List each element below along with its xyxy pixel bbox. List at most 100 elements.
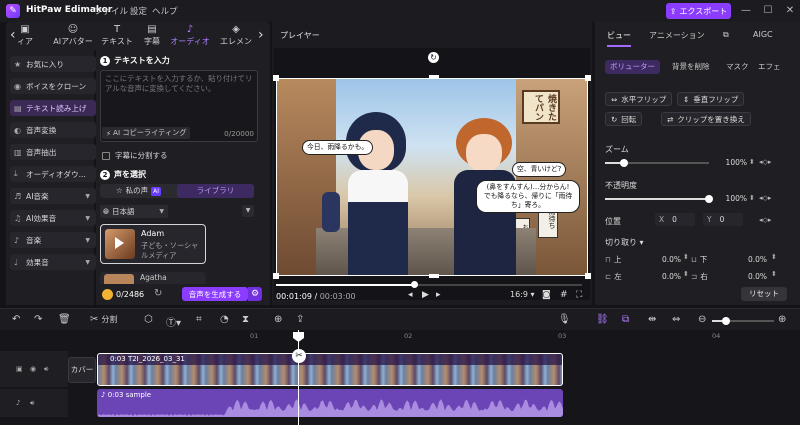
stepper-icon[interactable]: ⬍ <box>749 158 755 166</box>
resize-handle[interactable] <box>273 273 279 279</box>
tab-view[interactable]: ビュー <box>607 30 631 47</box>
prev-frame-icon[interactable]: ◂ <box>408 290 413 300</box>
flip-horizontal-button[interactable]: ⇔ 水平フリップ <box>605 92 673 106</box>
playhead[interactable] <box>298 330 299 425</box>
subtab-effect[interactable]: エフェ <box>753 60 786 74</box>
zoom-value[interactable]: 100% <box>711 158 747 170</box>
progress-knob[interactable] <box>411 281 418 288</box>
mask-icon[interactable]: ⬡ <box>144 314 153 325</box>
crop-icon[interactable]: ⌗ <box>196 314 202 325</box>
subtab-mask[interactable]: マスク <box>721 60 754 74</box>
tab-subtitle[interactable]: ▤ 字幕 <box>140 24 164 48</box>
video-clip[interactable]: 0:03 T2I_2026_03_31 <box>97 353 563 386</box>
timeline-zoom-knob[interactable] <box>722 317 730 325</box>
tab-ai-avatar[interactable]: ☺ AIアバター <box>50 24 96 48</box>
menu-file[interactable]: ファイル <box>94 5 128 17</box>
mirror-icon[interactable]: ⧗ <box>242 314 249 325</box>
resize-handle[interactable] <box>429 274 439 278</box>
link-icon[interactable]: ⛓ <box>596 314 609 325</box>
stepper-icon[interactable]: ⬍ <box>771 270 777 278</box>
reset-button[interactable]: リセット <box>741 287 787 301</box>
sidebar-item-clone-voice[interactable]: ◉ ボイスをクローン <box>10 78 96 94</box>
checkbox-icon[interactable] <box>102 151 110 160</box>
stepper-icon[interactable]: ⬍ <box>683 270 689 278</box>
timeline-zoom-slider[interactable] <box>712 317 774 325</box>
subtab-volumetor[interactable]: ボリューター <box>605 60 660 74</box>
close-icon[interactable]: ✕ <box>782 3 798 19</box>
menu-settings[interactable]: 設定 <box>130 5 147 17</box>
split-subtitle-checkbox[interactable]: 字幕に分割する <box>102 150 168 161</box>
sidebar-item-music[interactable]: ♪ 音楽 ▼ <box>10 232 96 248</box>
tab-aigc[interactable]: AIGC <box>753 30 773 39</box>
tab-audio[interactable]: ♪ オーディオ <box>168 24 212 48</box>
menu-help[interactable]: ヘルプ <box>152 5 178 17</box>
crop-left-field[interactable]: ⊏ 左 0.0% <box>605 270 681 282</box>
language-select[interactable]: 🌐︎ 日本語 ▼ <box>100 205 168 218</box>
tab-copy-icon[interactable]: ⧉ <box>723 30 729 40</box>
zoom-in-icon[interactable]: ⊕ <box>778 314 786 325</box>
crop-label[interactable]: 切り取り ▾ <box>605 237 644 248</box>
resize-handle[interactable] <box>273 75 279 81</box>
selection-box[interactable] <box>276 78 588 276</box>
split-button[interactable]: ✂ 分割 <box>90 314 117 325</box>
aspect-select[interactable]: 16:9 ▾ <box>510 290 535 299</box>
fit-icon[interactable]: ⇔ <box>672 314 680 325</box>
zoom-knob[interactable] <box>620 159 628 167</box>
refresh-icon[interactable]: ↻ <box>154 288 162 299</box>
zoom-out-icon[interactable]: ⊖ <box>698 314 706 325</box>
keyframe-prev-icon[interactable]: ◂◇▸ <box>759 158 771 166</box>
sidebar-item-voice-change[interactable]: ◐ 音声変換 <box>10 122 96 138</box>
grid-icon[interactable]: # <box>560 290 568 300</box>
speaker-icon[interactable]: 🔊︎ <box>44 365 48 374</box>
tab-library[interactable]: ライブラリ <box>177 184 254 198</box>
opacity-value[interactable]: 100% <box>711 194 747 206</box>
position-y-field[interactable]: Y0 <box>703 213 743 226</box>
scissors-icon[interactable]: ✂ <box>292 349 306 363</box>
play-icon[interactable]: ▶ <box>422 290 429 300</box>
voice-card-adam[interactable]: Adam 子ども・ソーシャルメディア <box>100 224 206 264</box>
text-tool-icon[interactable]: Ⓣ▾ <box>166 314 181 329</box>
generate-voice-button[interactable]: 音声を生成する <box>182 287 248 301</box>
stepper-icon[interactable]: ⬍ <box>683 253 689 261</box>
playhead-marker[interactable] <box>293 332 304 342</box>
sidebar-item-extract[interactable]: ▥ 音声抽出 <box>10 144 96 160</box>
position-x-field[interactable]: X0 <box>655 213 695 226</box>
tab-my-voice[interactable]: ☆ 私の声 AI <box>100 184 177 198</box>
crop-bottom-field[interactable]: ⊔ 下 0.0% <box>691 253 767 265</box>
rotate-handle-icon[interactable]: ↻ <box>428 52 439 63</box>
tab-element[interactable]: ◈ エレメン <box>216 24 256 48</box>
filter-dropdown[interactable]: ▼ <box>242 205 254 217</box>
eye-icon[interactable]: ◉ <box>30 365 36 373</box>
next-frame-icon[interactable]: ▸ <box>436 290 441 300</box>
tab-animation[interactable]: アニメーション <box>649 30 705 41</box>
delete-icon[interactable]: 🗑︎ <box>58 314 71 325</box>
ai-copywriting-button[interactable]: ⚡ AI コピーライティング <box>102 127 191 139</box>
export-frame-icon[interactable]: ⇪ <box>296 314 304 325</box>
sidebar-item-ai-sfx[interactable]: ♫ AI効果音 ▼ <box>10 210 96 226</box>
redo-icon[interactable]: ↷ <box>34 314 42 325</box>
scroll-right-icon[interactable]: › <box>258 27 264 43</box>
split-view-icon[interactable]: ⇹ <box>648 314 656 325</box>
playback-progress[interactable] <box>276 281 582 288</box>
speed-icon[interactable]: ◔ <box>220 314 229 325</box>
zoom-slider[interactable] <box>605 159 709 167</box>
crop-right-field[interactable]: ⊐ 右 0.0% <box>691 270 767 282</box>
rotate-button[interactable]: ↻ 回転 <box>605 112 643 126</box>
maximize-icon[interactable]: ☐ <box>760 3 776 19</box>
audio-clip[interactable]: ♪ 0:03 sample <box>97 389 563 417</box>
sidebar-item-audio-download[interactable]: ⤓ オーディオダウ... <box>10 166 96 182</box>
camera-icon[interactable]: ◙ <box>542 290 551 300</box>
speaker-icon[interactable]: 🔊︎ <box>30 399 34 408</box>
opacity-slider[interactable] <box>605 195 713 203</box>
sidebar-item-ai-music[interactable]: ♬ AI音楽 ▼ <box>10 188 96 204</box>
play-icon[interactable] <box>115 237 124 249</box>
subtab-remove-bg[interactable]: 背景を削除 <box>667 60 715 74</box>
keyframe-icon[interactable]: ◂◇▸ <box>759 194 771 202</box>
magnet-icon[interactable]: ⧉ <box>622 314 629 325</box>
sidebar-item-sfx[interactable]: ♩ 効果音 ▼ <box>10 254 96 270</box>
freeze-icon[interactable]: ⊕ <box>274 314 282 325</box>
undo-icon[interactable]: ↶ <box>12 314 20 325</box>
stepper-icon[interactable]: ⬍ <box>749 194 755 202</box>
minimize-icon[interactable]: — <box>738 3 754 19</box>
resize-handle[interactable] <box>585 75 591 81</box>
